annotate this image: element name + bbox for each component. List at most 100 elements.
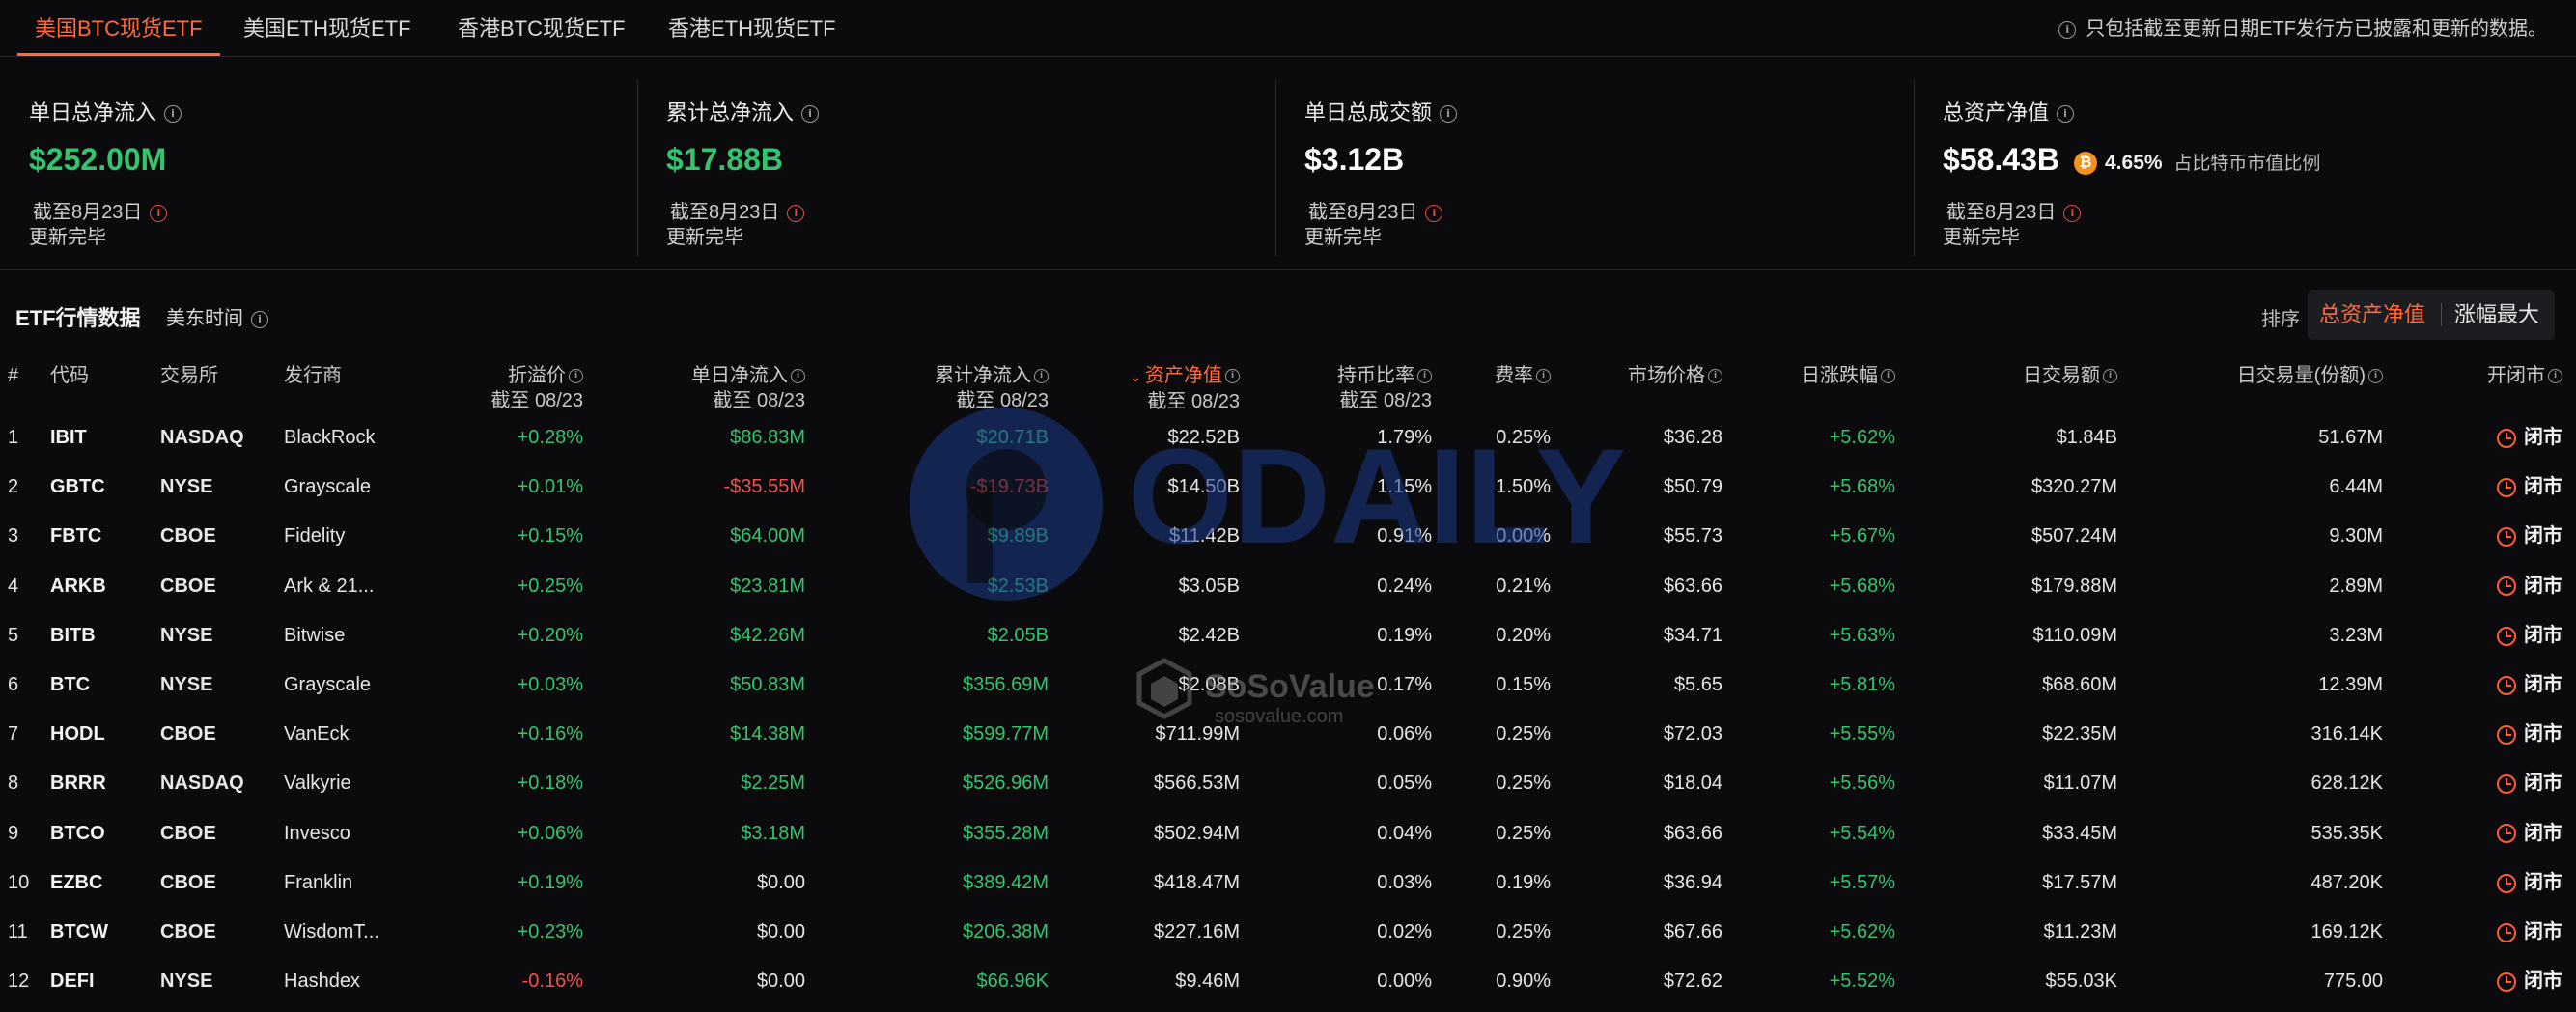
card-divider bbox=[1914, 80, 1915, 256]
clock-icon bbox=[2497, 675, 2516, 695]
alert-info-icon[interactable]: i bbox=[787, 204, 805, 222]
cell-issuer: Fidelity bbox=[284, 525, 346, 548]
table-row[interactable]: 7 HODL CBOE VanEck +0.16% $14.38M $599.77M $711… bbox=[0, 710, 2576, 759]
col-header-cumulative-net-inflow[interactable]: 累计净流入 i 截至 08/23 bbox=[935, 363, 1049, 413]
alert-info-icon[interactable]: i bbox=[1425, 204, 1443, 222]
cell-market-price: $63.66 bbox=[1663, 822, 1722, 844]
col-header-code[interactable]: 代码 bbox=[50, 363, 89, 388]
bitcoin-icon: ₿ bbox=[2074, 152, 2097, 176]
cell-fee: 0.25% bbox=[1496, 921, 1551, 942]
col-header-issuer[interactable]: 发行商 bbox=[284, 363, 342, 388]
info-icon[interactable]: i bbox=[2368, 369, 2383, 384]
table-row[interactable]: 2 GBTC NYSE Grayscale +0.01% -$35.55M -$19.73B… bbox=[0, 463, 2576, 512]
cell-row-index: 1 bbox=[8, 427, 19, 448]
card-date: 截至8月23日 i bbox=[670, 196, 805, 224]
table-row[interactable]: 8 BRRR NASDAQ Valkyrie +0.18% $2.25M $526.96M $… bbox=[0, 759, 2576, 808]
cell-net-assets: $227.16M bbox=[1154, 921, 1240, 942]
cell-etf-code[interactable]: BITB bbox=[50, 611, 96, 661]
col-header-daily-change[interactable]: 日涨跌幅 i bbox=[1801, 363, 1895, 388]
card-label-text: 单日总成交额 bbox=[1304, 100, 1433, 125]
info-icon[interactable]: i bbox=[1225, 369, 1240, 384]
col-header-fee[interactable]: 费率 i bbox=[1495, 363, 1551, 388]
clock-icon bbox=[2497, 576, 2516, 597]
info-icon[interactable]: i bbox=[569, 369, 583, 384]
info-icon[interactable]: i bbox=[1708, 369, 1722, 384]
tab-hk-eth-spot-etf[interactable]: 香港ETH现货ETF bbox=[668, 0, 836, 56]
cell-daily-net-inflow: $0.00 bbox=[756, 970, 805, 993]
table-row[interactable]: 11 BTCW CBOE WisdomT... +0.23% $0.00 $206.38M $… bbox=[0, 908, 2576, 957]
cell-etf-code[interactable]: GBTC bbox=[50, 463, 105, 512]
market-status-text: 闭市 bbox=[2524, 476, 2562, 498]
alert-info-icon[interactable]: i bbox=[150, 204, 168, 222]
sort-divider bbox=[2441, 303, 2442, 326]
info-icon[interactable]: i bbox=[251, 310, 268, 328]
col-header-daily-net-inflow[interactable]: 单日净流入 i 截至 08/23 bbox=[691, 363, 805, 413]
cell-market-price: $55.73 bbox=[1663, 525, 1722, 548]
cell-row-index: 5 bbox=[8, 624, 19, 646]
table-row[interactable]: 10 EZBC CBOE Franklin +0.19% $0.00 $389.42M $41… bbox=[0, 858, 2576, 908]
cell-etf-code[interactable]: BTC bbox=[50, 661, 90, 710]
info-icon[interactable]: i bbox=[791, 369, 805, 384]
info-icon[interactable]: i bbox=[801, 105, 820, 124]
col-header-exchange[interactable]: 交易所 bbox=[160, 363, 218, 388]
col-header-market-price[interactable]: 市场价格 i bbox=[1628, 363, 1722, 388]
cell-premium: +0.15% bbox=[517, 525, 583, 548]
cell-fee: 0.00% bbox=[1496, 525, 1551, 548]
cell-etf-code[interactable]: ARKB bbox=[50, 562, 106, 611]
timezone-label: 美东时间 i bbox=[166, 302, 268, 330]
cell-daily-change: +5.52% bbox=[1829, 970, 1895, 993]
info-icon[interactable]: i bbox=[1536, 369, 1551, 384]
table-row[interactable]: 5 BITB NYSE Bitwise +0.20% $42.26M $2.05B $2.42… bbox=[0, 611, 2576, 661]
tab-hk-btc-spot-etf[interactable]: 香港BTC现货ETF bbox=[458, 0, 626, 56]
cell-etf-code[interactable]: DEFI bbox=[50, 957, 95, 1006]
market-status-text: 闭市 bbox=[2524, 674, 2562, 695]
cell-etf-code[interactable]: BRRR bbox=[50, 759, 106, 808]
col-header-premium-label: 折溢价 bbox=[508, 365, 566, 386]
table-row[interactable]: 3 FBTC CBOE Fidelity +0.15% $64.00M $9.89B $11.… bbox=[0, 512, 2576, 561]
col-header-net-assets[interactable]: ⌄ 资产净值 i 截至 08/23 bbox=[1130, 363, 1240, 414]
info-icon[interactable]: i bbox=[2057, 105, 2075, 124]
tab-us-eth-spot-etf[interactable]: 美国ETH现货ETF bbox=[243, 0, 411, 56]
sort-by-top-gainers-button[interactable]: 涨幅最大 bbox=[2454, 290, 2539, 340]
cell-daily-turnover: $17.57M bbox=[2042, 871, 2117, 893]
info-icon[interactable]: i bbox=[1440, 105, 1458, 124]
cell-etf-code[interactable]: IBIT bbox=[50, 413, 87, 463]
table-row[interactable]: 4 ARKB CBOE Ark & 21... +0.25% $23.81M $2.53B $… bbox=[0, 562, 2576, 611]
col-header-premium[interactable]: 折溢价 i 截至 08/23 bbox=[490, 363, 583, 413]
cell-issuer: Bitwise bbox=[284, 624, 346, 646]
col-header-holding-ratio[interactable]: 持币比率 i 截至 08/23 bbox=[1337, 363, 1432, 413]
col-header-daily-volume[interactable]: 日交易量(份额) i bbox=[2237, 363, 2383, 388]
sort-by-net-assets-button[interactable]: 总资产净值 bbox=[2319, 290, 2425, 340]
table-row[interactable]: 1 IBIT NASDAQ BlackRock +0.28% $86.83M $20.71B… bbox=[0, 413, 2576, 463]
info-icon[interactable]: i bbox=[2103, 369, 2117, 384]
table-row[interactable]: 6 BTC NYSE Grayscale +0.03% $50.83M $356.69M $2… bbox=[0, 661, 2576, 710]
info-icon[interactable]: i bbox=[1417, 369, 1432, 384]
cell-cumulative-net-inflow: $206.38M bbox=[963, 921, 1049, 942]
cell-net-assets: $14.50B bbox=[1167, 476, 1240, 498]
cell-etf-code[interactable]: HODL bbox=[50, 710, 105, 759]
cell-premium: +0.06% bbox=[517, 822, 583, 844]
alert-info-icon[interactable]: i bbox=[2063, 204, 2082, 222]
cell-market-status: 闭市 bbox=[2497, 661, 2562, 710]
tab-us-btc-spot-etf[interactable]: 美国BTC现货ETF bbox=[17, 0, 220, 56]
cell-etf-code[interactable]: EZBC bbox=[50, 858, 102, 908]
table-row[interactable]: 12 DEFI NYSE Hashdex -0.16% $0.00 $66.96K $9.46… bbox=[0, 957, 2576, 1006]
info-icon[interactable]: i bbox=[164, 105, 182, 124]
info-icon[interactable]: i bbox=[2548, 369, 2562, 384]
info-icon[interactable]: i bbox=[1881, 369, 1895, 384]
cell-etf-code[interactable]: BTCO bbox=[50, 809, 105, 858]
info-icon[interactable]: i bbox=[1034, 369, 1049, 384]
btc-share: ₿ 4.65% 占比特币市值比例 bbox=[2074, 149, 2320, 176]
cell-etf-code[interactable]: BTCW bbox=[50, 908, 108, 957]
col-header-daily-turnover[interactable]: 日交易额 i bbox=[2023, 363, 2117, 388]
col-header-turnover-label: 日交易额 bbox=[2023, 365, 2100, 386]
cell-row-index: 10 bbox=[8, 871, 30, 893]
info-icon[interactable]: i bbox=[2058, 20, 2077, 39]
cell-etf-code[interactable]: FBTC bbox=[50, 512, 101, 561]
col-header-asof: 截至 08/23 bbox=[956, 390, 1049, 411]
cell-daily-change: +5.68% bbox=[1829, 476, 1895, 498]
cell-daily-change: +5.68% bbox=[1829, 575, 1895, 597]
table-row[interactable]: 9 BTCO CBOE Invesco +0.06% $3.18M $355.28M $502… bbox=[0, 809, 2576, 858]
col-header-market-status[interactable]: 开闭市 i bbox=[2487, 363, 2562, 388]
market-status-text: 闭市 bbox=[2524, 624, 2562, 646]
